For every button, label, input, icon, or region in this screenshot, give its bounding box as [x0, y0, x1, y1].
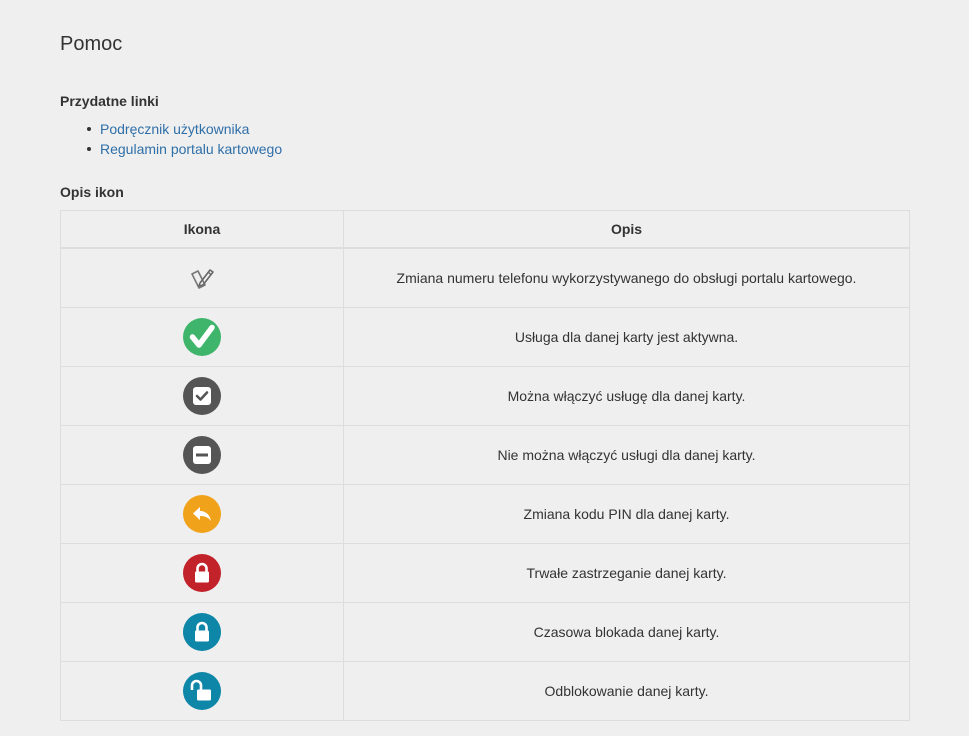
useful-links-heading: Przydatne linki	[60, 93, 159, 109]
active-check-icon	[183, 318, 221, 356]
description-cell: Usługa dla danej karty jest aktywna.	[343, 307, 910, 367]
table-row: Trwałe zastrzeganie danej karty.	[60, 543, 910, 603]
table-row: Zmiana kodu PIN dla danej karty.	[60, 484, 910, 544]
description-cell: Odblokowanie danej karty.	[343, 661, 910, 721]
icons-description-heading: Opis ikon	[60, 184, 124, 200]
table-header-row: Ikona Opis	[60, 210, 910, 249]
table-row: Nie można włączyć usługi dla danej karty…	[60, 425, 910, 485]
table-row: Usługa dla danej karty jest aktywna.	[60, 307, 910, 367]
icons-table: Ikona Opis Zmiana numeru telefonu wykorz…	[60, 210, 910, 721]
description-cell: Czasowa blokada danej karty.	[343, 602, 910, 662]
permanent-block-lock-icon	[183, 554, 221, 592]
column-header-icon: Ikona	[60, 210, 344, 249]
table-row: Czasowa blokada danej karty.	[60, 602, 910, 662]
icon-cell	[60, 425, 344, 485]
user-manual-link[interactable]: Podręcznik użytkownika	[100, 121, 249, 137]
icon-cell	[60, 543, 344, 603]
icon-cell	[60, 366, 344, 426]
column-header-description: Opis	[343, 210, 910, 249]
disabled-minus-icon	[183, 436, 221, 474]
description-cell: Można włączyć usługę dla danej karty.	[343, 366, 910, 426]
page-title: Pomoc	[60, 33, 123, 55]
description-cell: Zmiana numeru telefonu wykorzystywanego …	[343, 247, 910, 308]
portal-terms-link[interactable]: Regulamin portalu kartowego	[100, 141, 282, 157]
temporary-lock-icon	[183, 613, 221, 651]
unlock-icon	[183, 672, 221, 710]
description-cell: Nie można włączyć usługi dla danej karty…	[343, 425, 910, 485]
icon-cell	[60, 484, 344, 544]
edit-phone-icon	[183, 259, 221, 297]
enable-checkbox-icon	[183, 377, 221, 415]
change-pin-icon	[183, 495, 221, 533]
description-cell: Trwałe zastrzeganie danej karty.	[343, 543, 910, 603]
list-item: Podręcznik użytkownika	[87, 119, 282, 139]
list-item: Regulamin portalu kartowego	[87, 139, 282, 159]
icon-cell	[60, 247, 344, 308]
description-cell: Zmiana kodu PIN dla danej karty.	[343, 484, 910, 544]
useful-links-list: Podręcznik użytkownika Regulamin portalu…	[87, 119, 282, 159]
table-row: Odblokowanie danej karty.	[60, 661, 910, 721]
icon-cell	[60, 661, 344, 721]
icon-cell	[60, 307, 344, 367]
table-row: Zmiana numeru telefonu wykorzystywanego …	[60, 247, 910, 308]
table-row: Można włączyć usługę dla danej karty.	[60, 366, 910, 426]
icon-cell	[60, 602, 344, 662]
